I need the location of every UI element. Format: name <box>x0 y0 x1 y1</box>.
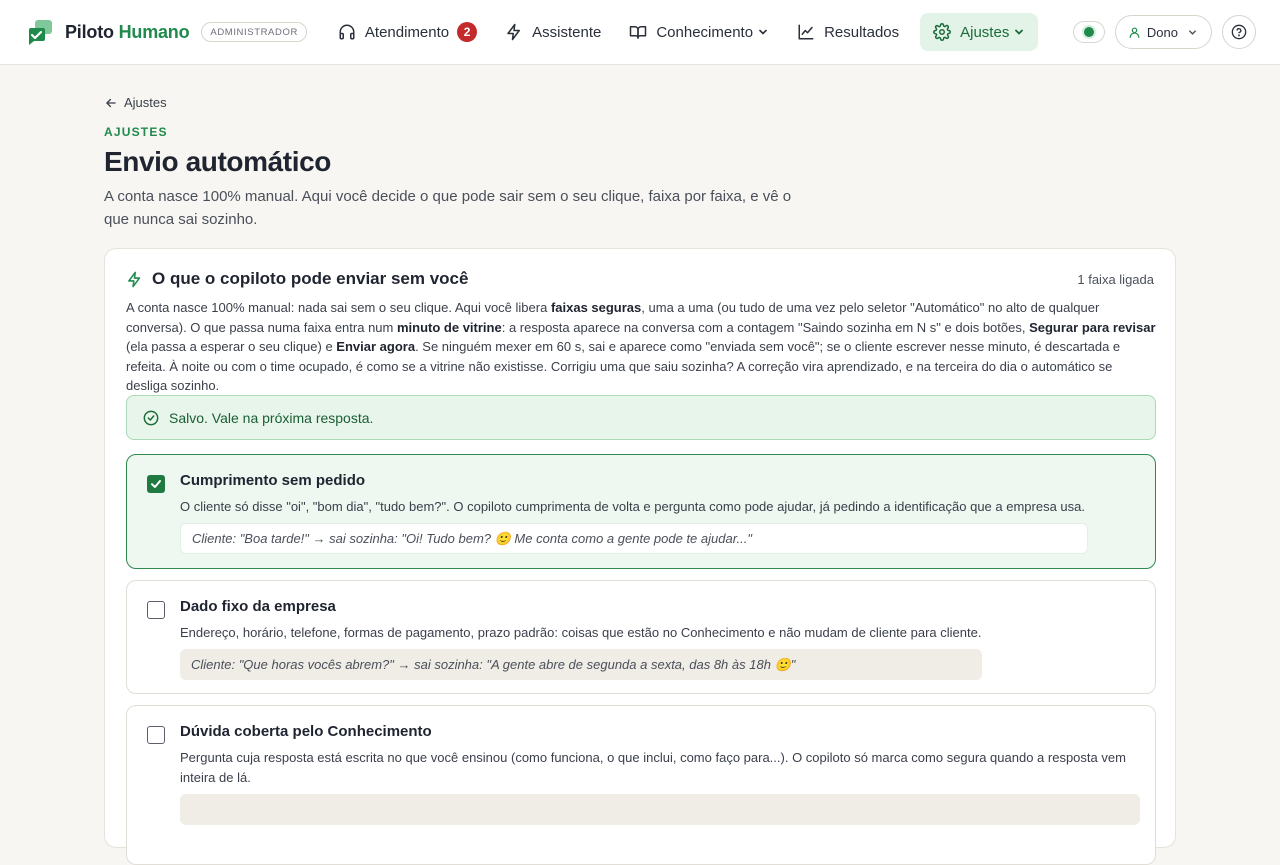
check-circle-icon <box>143 410 169 426</box>
nav-label: Resultados <box>824 23 900 41</box>
auto-send-card: O que o copiloto pode enviar sem você 1 … <box>104 248 1176 865</box>
notification-badge: 2 <box>457 22 478 42</box>
lane-description: Endereço, horário, telefone, formas de p… <box>180 625 982 640</box>
nav-label: Ajustes <box>960 23 1010 41</box>
lane-dado-fixo[interactable]: Dado fixo da empresa Endereço, horário, … <box>126 580 1156 694</box>
brand-name: Piloto Humano <box>65 21 190 42</box>
nav-item-atendimento[interactable]: Atendimento 2 <box>331 13 484 51</box>
status-dot <box>1083 27 1094 37</box>
chevron-down-icon <box>1187 27 1198 38</box>
back-link[interactable]: Ajustes <box>104 95 167 110</box>
brand[interactable]: Piloto Humano ADMINISTRADOR <box>27 19 307 45</box>
user-label: Dono <box>1146 24 1178 40</box>
chart-line-icon <box>797 23 815 41</box>
lane-example: Cliente: "Boa tarde!" → sai sozinha: "Oi… <box>180 523 1088 554</box>
saved-alert: Salvo. Vale na próxima resposta. <box>126 395 1156 440</box>
card-header: O que o copiloto pode enviar sem você 1 … <box>126 269 1154 289</box>
lane-title: Dúvida coberta pelo Conhecimento <box>180 723 432 740</box>
lane-title: Dado fixo da empresa <box>180 598 336 615</box>
nav-item-conhecimento[interactable]: Conhecimento <box>622 13 776 51</box>
chevron-down-icon <box>1013 26 1025 38</box>
lightning-icon <box>505 23 523 41</box>
book-icon <box>629 23 647 41</box>
lane-checkbox[interactable] <box>147 601 165 619</box>
lane-example <box>180 794 1140 825</box>
chevron-down-icon <box>757 26 769 38</box>
main-nav: Atendimento 2 Assistente Conhecimento Re… <box>331 0 1052 65</box>
lane-duvida-conhecimento[interactable]: Dúvida coberta pelo Conhecimento Pergunt… <box>126 705 1156 865</box>
gear-icon <box>933 23 952 41</box>
nav-label: Assistente <box>532 23 602 41</box>
lane-title: Cumprimento sem pedido <box>180 472 366 489</box>
page-eyebrow: AJUSTES <box>104 125 168 139</box>
arrow-left-icon <box>104 96 124 110</box>
help-icon <box>1231 24 1247 40</box>
logo-icon <box>27 19 53 45</box>
page-description: A conta nasce 100% manual. Aqui você dec… <box>104 188 792 228</box>
card-title: O que o copiloto pode enviar sem você <box>152 269 469 288</box>
lightning-icon <box>126 271 143 288</box>
lane-checkbox[interactable] <box>147 726 165 744</box>
nav-label: Atendimento <box>364 23 450 41</box>
nav-item-ajustes[interactable]: Ajustes <box>920 13 1039 51</box>
help-button[interactable] <box>1222 15 1256 49</box>
page-title: Envio automático <box>104 146 331 177</box>
lanes-enabled-count: 1 faixa ligada <box>1077 271 1154 287</box>
top-bar: Piloto Humano ADMINISTRADOR Atendimento … <box>0 0 1280 65</box>
back-link-label: Ajustes <box>124 95 167 110</box>
lane-description: O cliente só disse "oi", "bom dia", "tud… <box>180 499 1085 514</box>
lane-description: Pergunta cuja resposta está escrita no q… <box>180 750 1126 785</box>
card-intro: A conta nasce 100% manual: nada sai sem … <box>126 300 1156 393</box>
top-right-controls: Dono <box>1072 15 1256 49</box>
nav-label: Conhecimento <box>656 23 754 41</box>
lane-checkbox[interactable] <box>147 475 165 493</box>
checkmark-icon <box>150 478 162 490</box>
nav-item-assistente[interactable]: Assistente <box>498 13 608 51</box>
lane-example: Cliente: "Que horas vocês abrem?" → sai … <box>180 649 982 680</box>
nav-item-resultados[interactable]: Resultados <box>790 13 906 51</box>
user-menu[interactable]: Dono <box>1114 15 1212 49</box>
role-badge: ADMINISTRADOR <box>201 22 307 42</box>
lane-cumprimento[interactable]: Cumprimento sem pedido O cliente só diss… <box>126 454 1156 569</box>
headset-icon <box>338 23 356 41</box>
user-icon <box>1128 26 1141 39</box>
online-status-toggle[interactable] <box>1072 21 1105 43</box>
saved-alert-text: Salvo. Vale na próxima resposta. <box>169 409 374 426</box>
